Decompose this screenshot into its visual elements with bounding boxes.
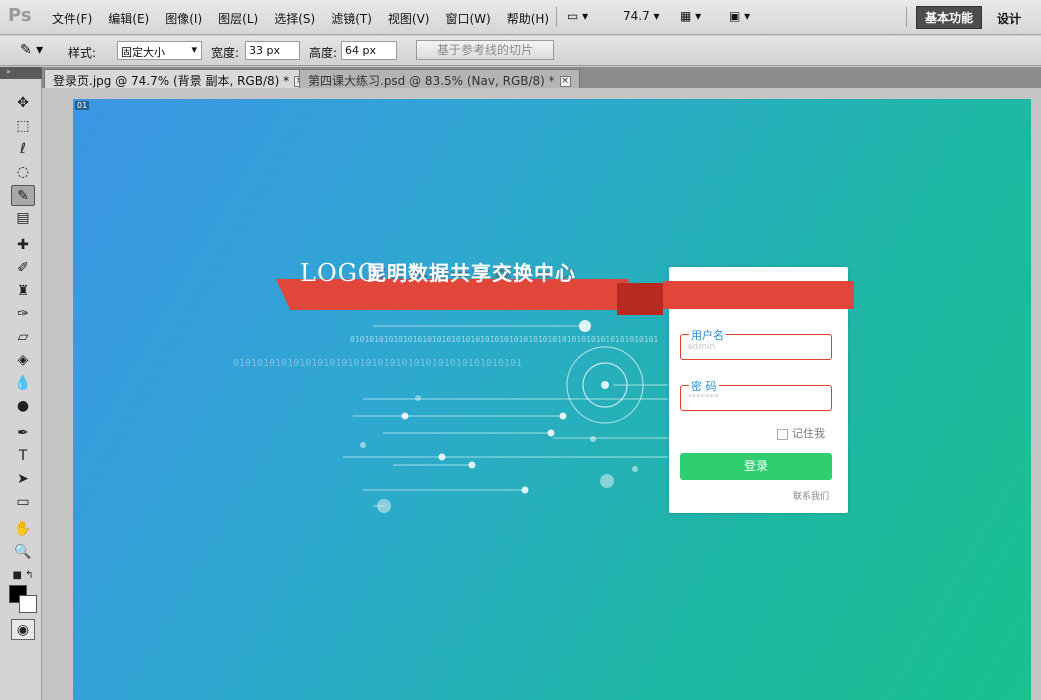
tab-lesson-psd[interactable]: 第四课大练习.psd @ 83.5% (Nav, RGB/8) * ×: [299, 69, 580, 88]
menu-view[interactable]: 视图(V): [388, 10, 430, 27]
password-field[interactable]: 密 码 *******: [680, 378, 832, 411]
tab-label: 第四课大练习.psd @ 83.5% (Nav, RGB/8) *: [308, 74, 555, 88]
slice-tool-icon[interactable]: ✎: [11, 185, 35, 206]
collapse-icon[interactable]: »: [6, 67, 11, 76]
tab-login-jpg[interactable]: 登录页.jpg @ 74.7% (背景 副本, RGB/8) *×: [44, 69, 315, 88]
blur-tool-icon[interactable]: 💧: [11, 373, 35, 394]
eraser-tool-icon[interactable]: ▱: [11, 327, 35, 348]
binary-text-decoration: 0101010101010101010101010101010101010101…: [350, 335, 659, 344]
move-tool-icon[interactable]: ✥: [11, 93, 35, 114]
menu-separator: [906, 7, 907, 27]
username-label: 用户名: [689, 327, 726, 343]
tab-label: 登录页.jpg @ 74.7% (背景 副本, RGB/8) *: [53, 74, 290, 88]
tools-panel: ✥ ⬚ ℓ ◌ ✎ ▤ ✚ ✐ ♜ ✑ ▱ ◈ 💧 ● ✒ T ➤ ▭ ✋ 🔍 …: [0, 79, 42, 700]
zoom-tool-icon[interactable]: 🔍: [11, 542, 35, 563]
slices-from-guides-button[interactable]: 基于参考线的切片: [416, 40, 554, 60]
paint-bucket-tool-icon[interactable]: ◈: [11, 350, 35, 371]
options-bar: ✎ ▾ 样式: 固定大小 ▾ 宽度: 33 px 高度: 64 px 基于参考线…: [0, 36, 1041, 66]
tech-lines-graphic: [343, 320, 669, 513]
swap-colors-icon[interactable]: ■ ↰: [11, 565, 35, 586]
marquee-tool-icon[interactable]: ⬚: [11, 116, 35, 137]
pen-tool-icon[interactable]: ✒: [11, 423, 35, 444]
type-tool-icon[interactable]: T: [11, 446, 35, 467]
dodge-tool-icon[interactable]: ●: [11, 396, 35, 417]
height-label: 高度:: [309, 46, 338, 60]
quick-mask-icon[interactable]: ◉: [11, 619, 35, 640]
screen-mode-toggle-icon[interactable]: ▣ ▾: [729, 9, 750, 23]
quick-select-tool-icon[interactable]: ◌: [11, 162, 35, 183]
menu-window[interactable]: 窗口(W): [445, 10, 490, 27]
zoom-value: 74.7: [623, 9, 650, 23]
username-placeholder: admin: [687, 342, 716, 352]
menu-separator: [556, 7, 557, 27]
width-label: 宽度:: [211, 46, 240, 60]
workspace-essentials-button[interactable]: 基本功能: [916, 6, 982, 29]
menu-select[interactable]: 选择(S): [274, 10, 315, 27]
menu-layer[interactable]: 图层(L): [218, 10, 258, 27]
hand-tool-icon[interactable]: ✋: [11, 519, 35, 540]
history-brush-tool-icon[interactable]: ✑: [11, 304, 35, 325]
tools-panel-header[interactable]: »: [0, 67, 42, 79]
healing-brush-tool-icon[interactable]: ✚: [11, 235, 35, 256]
checkbox-icon[interactable]: [777, 428, 788, 440]
path-selection-tool-icon[interactable]: ➤: [11, 469, 35, 490]
zoom-select[interactable]: 74.7 ▾: [623, 9, 660, 23]
menu-edit[interactable]: 编辑(E): [108, 10, 149, 27]
style-value: 固定大小: [121, 46, 165, 59]
menu-file[interactable]: 文件(F): [52, 10, 92, 27]
login-button[interactable]: 登录: [680, 453, 832, 480]
width-field[interactable]: 33 px: [245, 41, 300, 60]
clone-stamp-tool-icon[interactable]: ♜: [11, 281, 35, 302]
workspace-design-button[interactable]: 设计: [997, 10, 1021, 27]
menu-bar: Ps 文件(F) 编辑(E) 图像(I) 图层(L) 选择(S) 滤镜(T) 视…: [0, 0, 1041, 35]
brush-tool-icon[interactable]: ✐: [11, 258, 35, 279]
close-icon[interactable]: ×: [559, 76, 571, 87]
screen-mode-icon[interactable]: ▭ ▾: [567, 9, 588, 23]
ribbon-banner-right: [663, 281, 854, 309]
eyedropper-tool-icon[interactable]: ▤: [11, 208, 35, 229]
remember-me-checkbox[interactable]: 记住我: [777, 425, 825, 441]
style-select[interactable]: 固定大小 ▾: [117, 41, 202, 60]
menu-help[interactable]: 帮助(H): [507, 10, 549, 27]
shape-tool-icon[interactable]: ▭: [11, 492, 35, 513]
menu-filter[interactable]: 滤镜(T): [331, 10, 372, 27]
menu-image[interactable]: 图像(I): [165, 10, 202, 27]
chevron-down-icon: ▾: [191, 43, 197, 56]
binary-text-decoration: 0101010101010101010101010101010101010101…: [233, 358, 522, 369]
contact-us-link[interactable]: 联系我们: [793, 489, 829, 502]
site-title: 昆明数据共享交换中心: [366, 261, 576, 285]
password-label: 密 码: [689, 378, 719, 394]
main-menu: 文件(F) 编辑(E) 图像(I) 图层(L) 选择(S) 滤镜(T) 视图(V…: [52, 10, 565, 27]
document-canvas[interactable]: 01 0101010101010101010101010101010101010…: [73, 99, 1031, 700]
lasso-tool-icon[interactable]: ℓ: [11, 139, 35, 160]
photoshop-logo: Ps: [8, 5, 32, 26]
ribbon-fold: [617, 283, 663, 315]
arrange-documents-icon[interactable]: ▦ ▾: [680, 9, 701, 23]
style-label: 样式:: [68, 46, 97, 60]
slice-tool-preset-icon[interactable]: ✎ ▾: [20, 42, 43, 58]
height-field[interactable]: 64 px: [341, 41, 397, 60]
document-tabs: 登录页.jpg @ 74.7% (背景 副本, RGB/8) *× 第四课大练习…: [42, 67, 1041, 88]
username-field[interactable]: 用户名 admin: [680, 327, 832, 360]
remember-me-label: 记住我: [792, 427, 825, 440]
password-placeholder: *******: [687, 393, 719, 403]
background-color-swatch[interactable]: [19, 595, 37, 613]
